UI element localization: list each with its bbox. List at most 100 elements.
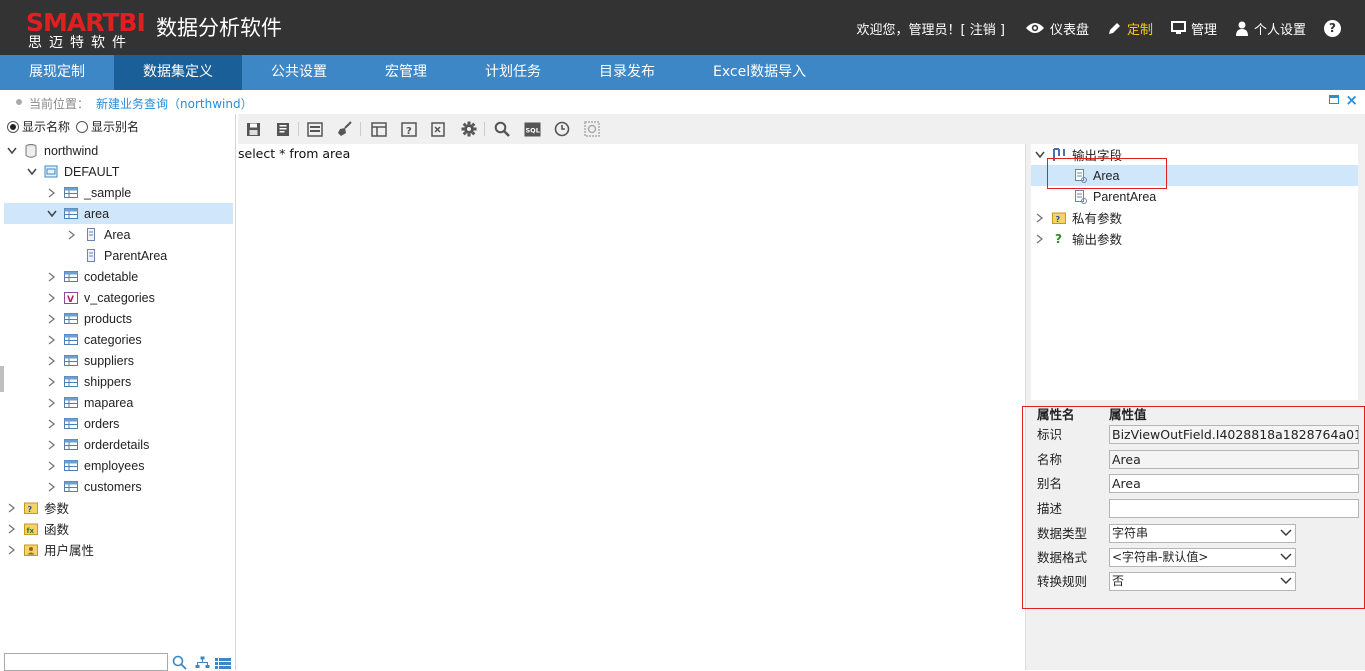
table-icon [64,417,78,430]
tree-node-table-selected[interactable]: area [4,203,233,224]
tree-node-northwind[interactable]: northwind [6,140,98,161]
chevron-right-icon[interactable] [46,271,58,283]
table-icon [64,396,78,409]
tree-node-params[interactable]: ? 参数 [6,497,69,518]
tree-node-table[interactable]: orderdetails [46,434,149,455]
chevron-right-icon[interactable] [66,229,78,241]
tree-search-input[interactable] [4,653,168,671]
table-icon [64,459,78,472]
tree-node-field[interactable]: ParentArea [84,245,167,266]
help-button[interactable]: ? [1324,19,1341,37]
chevron-right-icon[interactable] [46,397,58,409]
tree-node-table[interactable]: orders [46,413,119,434]
chevron-right-icon[interactable] [46,460,58,472]
chevron-right-icon[interactable] [1034,233,1046,245]
list-view-icon[interactable] [215,658,231,669]
tree-node-user-attrs[interactable]: 用户属性 [6,539,94,560]
settings-button[interactable] [460,121,478,137]
tree-node-output-field[interactable]: ParentArea [1073,186,1156,207]
tree-node-table[interactable]: customers [46,476,142,497]
tree-label: 输出参数 [1072,233,1123,247]
panel-collapse-handle[interactable] [0,366,4,392]
tree-node-view[interactable]: V v_categories [46,287,155,308]
save-button[interactable] [244,121,262,137]
tab-scheduled-tasks[interactable]: 计划任务 [456,55,570,90]
tree-node-field[interactable]: Area [66,224,130,245]
toolbar-separator [360,122,361,136]
chevron-right-icon[interactable] [1034,212,1046,224]
custom-button[interactable]: 定制 [1107,19,1153,38]
tree-label: products [84,311,132,326]
show-name-radio[interactable] [7,120,19,133]
tree-node-table[interactable]: _sample [46,182,131,203]
tab-public-settings[interactable]: 公共设置 [242,55,356,90]
manage-label: 管理 [1190,22,1217,38]
schedule-button[interactable] [553,121,571,137]
tree-node-table[interactable]: products [46,308,132,329]
export-button[interactable] [430,121,448,137]
chevron-down-icon[interactable] [26,166,38,178]
param-button[interactable]: ? [400,121,418,137]
dashboard-label: 仪表盘 [1049,22,1089,38]
tree-node-table[interactable]: maparea [46,392,133,413]
save-as-button[interactable] [274,121,292,137]
tree-node-table[interactable]: categories [46,329,142,350]
search-icon[interactable] [172,655,187,670]
tree-node-functions[interactable]: fx 函数 [6,518,69,539]
clean-button[interactable] [336,121,354,137]
search-button[interactable] [493,121,511,137]
tab-catalog-publish[interactable]: 目录发布 [570,55,684,90]
tree-label: shippers [84,374,132,389]
chevron-down-icon[interactable] [1034,149,1046,161]
tree-node-table[interactable]: shippers [46,371,131,392]
tab-dataset-define[interactable]: 数据集定义 [114,55,242,90]
sql-editor[interactable]: select * from area [238,144,1026,670]
svg-text:?: ? [1055,232,1062,245]
database-icon [24,143,38,158]
sql-button[interactable]: SQL [523,121,541,137]
chevron-down-icon[interactable] [46,208,58,220]
chevron-right-icon[interactable] [46,334,58,346]
chevron-right-icon[interactable] [46,292,58,304]
tree-label: 用户属性 [44,544,95,558]
welcome-logout-link[interactable]: 欢迎您，管理员！[ 注销 ] [857,19,1005,38]
breadcrumb-current[interactable]: 新建业务查询（northwind） [96,95,253,112]
close-icon[interactable]: × [1345,91,1358,109]
maximize-icon[interactable] [1329,95,1339,104]
chevron-right-icon[interactable] [46,313,58,325]
tree-label: Area [104,227,131,242]
tab-excel-import[interactable]: Excel数据导入 [684,55,835,90]
svg-text:fx: fx [27,527,35,535]
tree-view-icon[interactable] [195,656,210,669]
table-icon [64,270,78,283]
show-alias-radio[interactable] [76,120,89,133]
chevron-down-icon[interactable] [6,145,18,157]
user-attr-folder-icon [24,543,38,556]
chevron-right-icon[interactable] [6,502,18,514]
personal-settings-button[interactable]: 个人设置 [1235,19,1306,38]
tree-node-output-params[interactable]: ? 输出参数 [1034,228,1122,249]
tree-node-table[interactable]: codetable [46,266,138,287]
tree-node-table[interactable]: employees [46,455,144,476]
chevron-right-icon[interactable] [46,376,58,388]
chevron-right-icon[interactable] [46,439,58,451]
chevron-right-icon[interactable] [6,523,18,535]
chevron-right-icon[interactable] [6,544,18,556]
sql-text[interactable]: select * from area [238,146,350,161]
chevron-right-icon[interactable] [46,355,58,367]
tree-node-private-params[interactable]: ? 私有参数 [1034,207,1122,228]
disabled-tool-button[interactable] [583,121,601,137]
svg-text:?: ? [406,126,412,137]
tree-node-table[interactable]: suppliers [46,350,134,371]
chevron-right-icon[interactable] [46,481,58,493]
tree-label: suppliers [84,353,135,368]
dashboard-button[interactable]: 仪表盘 [1025,19,1089,38]
tab-report-custom[interactable]: 展现定制 [0,55,114,90]
tab-macro-manage[interactable]: 宏管理 [356,55,456,90]
chevron-right-icon[interactable] [46,418,58,430]
manage-button[interactable]: 管理 [1170,19,1217,38]
layout-button[interactable] [306,121,324,137]
chevron-right-icon[interactable] [46,187,58,199]
tree-node-default[interactable]: DEFAULT [26,161,119,182]
table-view-button[interactable] [370,121,388,137]
